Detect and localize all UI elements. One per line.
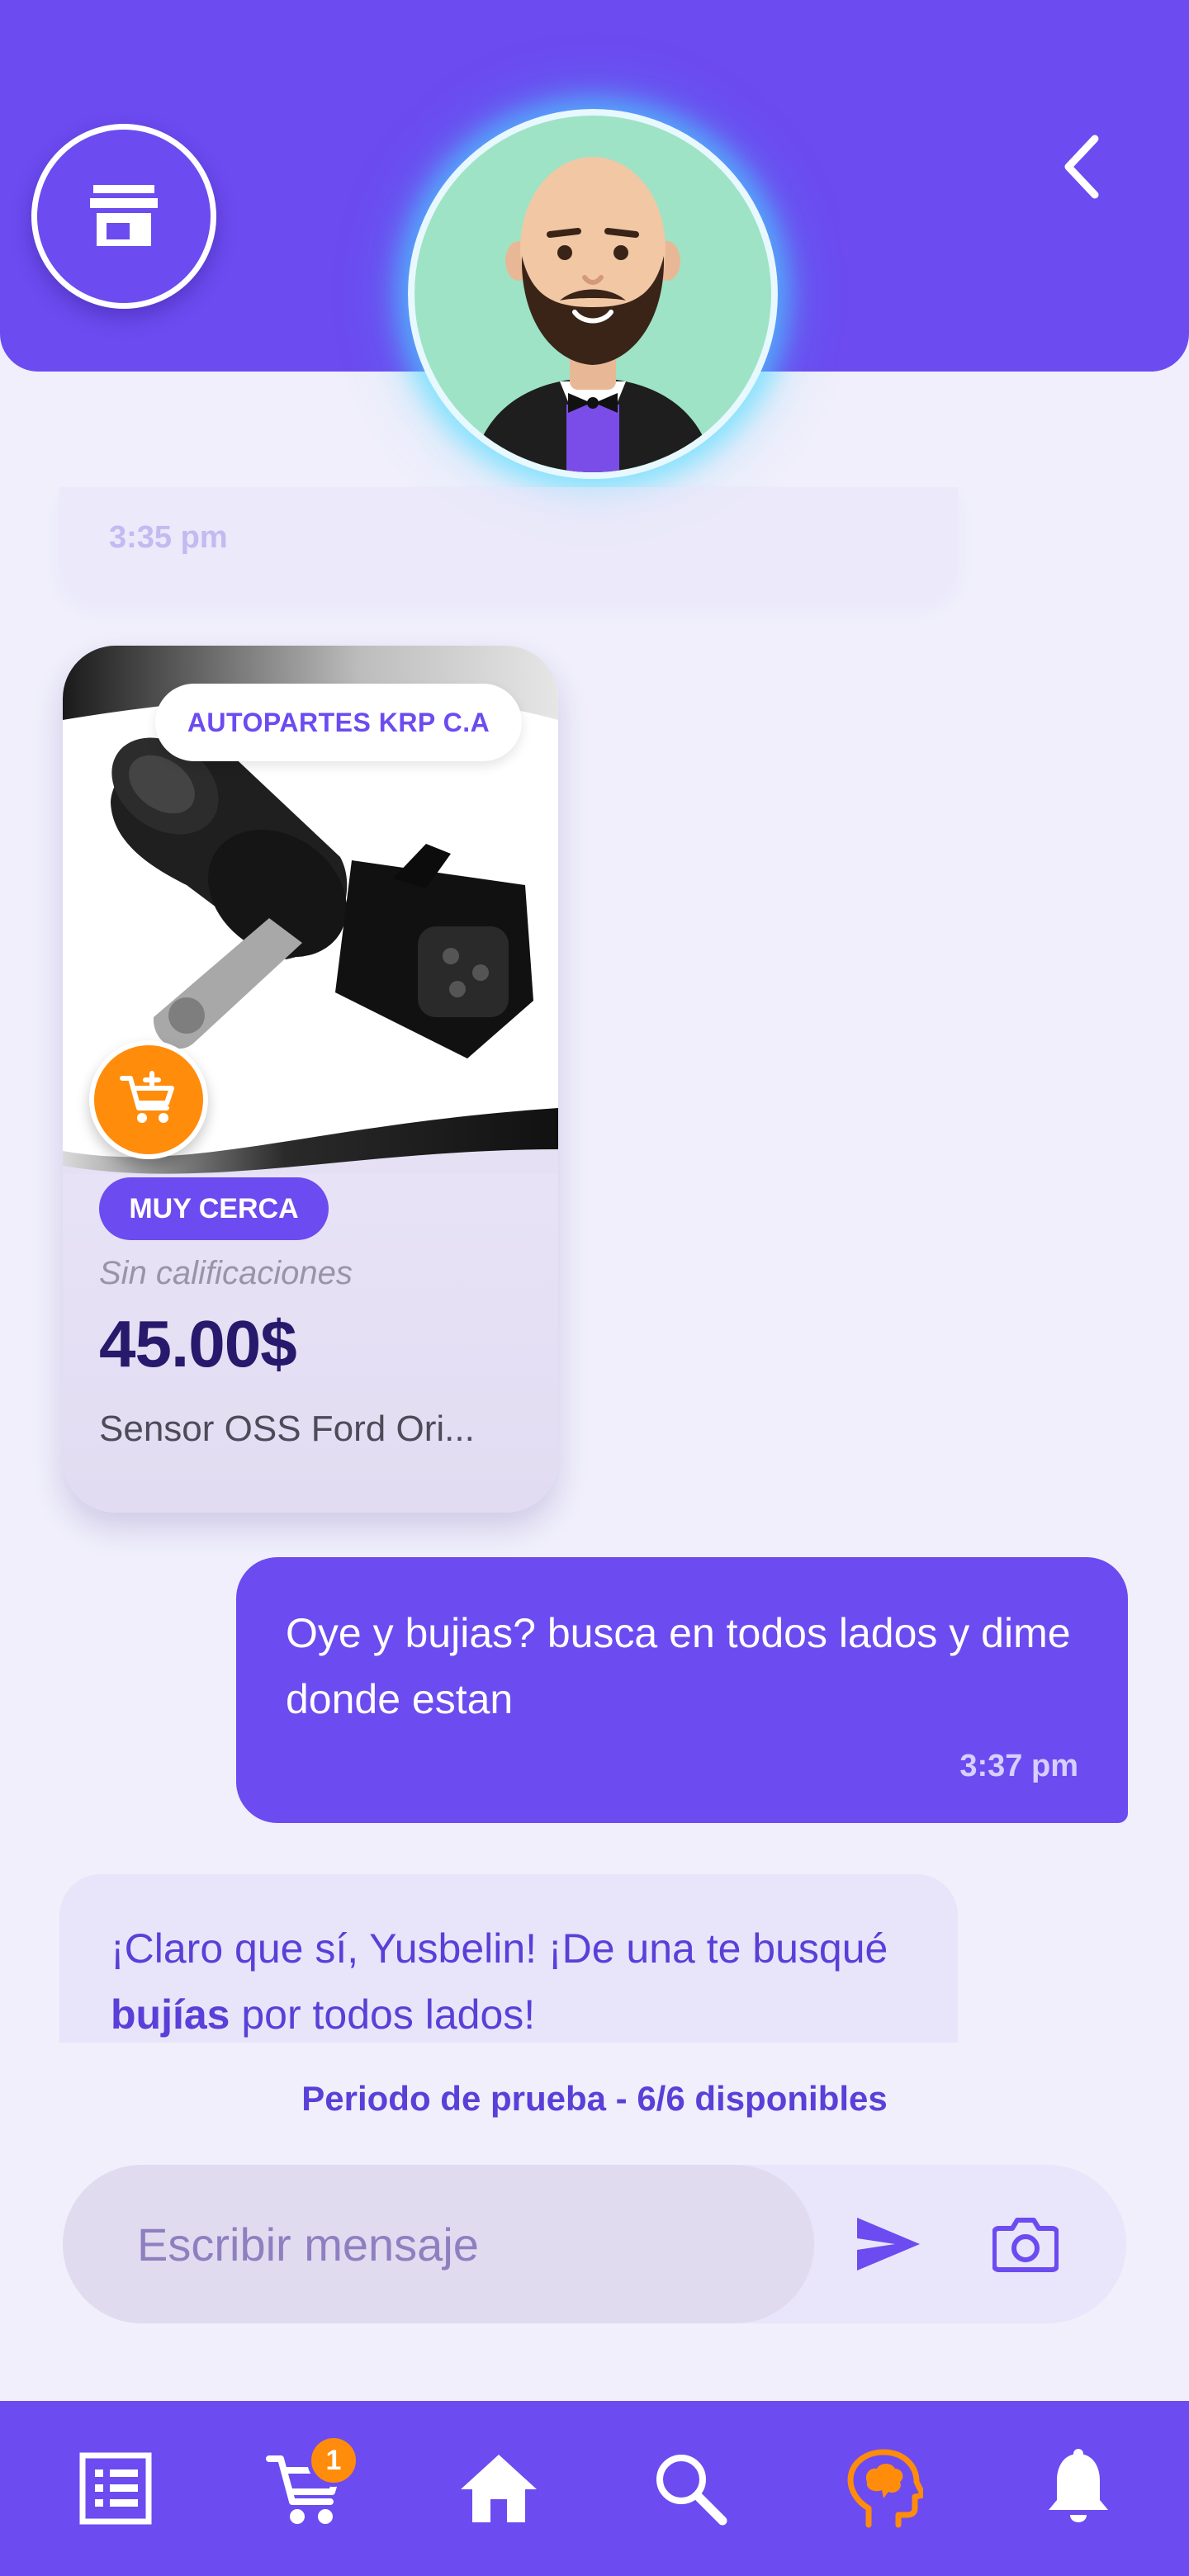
composer-area: Periodo de prueba - 6/6 disponibles bbox=[0, 2043, 1189, 2401]
bottom-nav: 1 bbox=[0, 2401, 1189, 2576]
assistant-message-bubble: ¡Claro que sí, Yusbelin! ¡De una te busq… bbox=[59, 1874, 958, 2043]
assistant-text-part: por todos lados! bbox=[230, 1991, 536, 2038]
assistant-text-highlight: bujías bbox=[111, 1991, 230, 2038]
store-button[interactable] bbox=[31, 124, 216, 309]
assistant-text-part: ¡Claro que sí, Yusbelin! ¡De una te busq… bbox=[111, 1925, 888, 1972]
assistant-head-icon bbox=[847, 2449, 923, 2528]
home-icon bbox=[461, 2455, 537, 2522]
nav-item-search[interactable] bbox=[624, 2401, 756, 2576]
message-input[interactable] bbox=[63, 2165, 814, 2323]
product-card[interactable]: AUTOPARTES KRP C.A MUY CERCA Sin calific… bbox=[63, 646, 558, 1513]
nav-item-assistant[interactable] bbox=[817, 2401, 950, 2576]
cart-plus-icon bbox=[120, 1071, 174, 1123]
message-time: 3:37 pm bbox=[959, 1749, 1078, 1783]
chevron-left-icon bbox=[1064, 135, 1099, 199]
previous-message-bubble: 3:35 pm bbox=[59, 487, 958, 599]
chat-thread[interactable]: 3:35 pm AUTOPARTES KRP C.A MUY CERCA Sin… bbox=[0, 372, 1189, 2043]
back-button[interactable] bbox=[1049, 124, 1115, 210]
trial-status: Periodo de prueba - 6/6 disponibles bbox=[301, 2079, 888, 2118]
user-message-bubble: Oye y bujias? busca en todos lados y dim… bbox=[236, 1557, 1128, 1823]
nav-item-cart[interactable]: 1 bbox=[239, 2401, 372, 2576]
distance-badge: MUY CERCA bbox=[99, 1177, 329, 1240]
camera-button[interactable] bbox=[984, 2203, 1067, 2285]
nav-item-home[interactable] bbox=[433, 2401, 565, 2576]
cart-count-badge: 1 bbox=[307, 2434, 360, 2487]
rating-text: Sin calificaciones bbox=[99, 1255, 353, 1291]
add-to-cart-button[interactable] bbox=[89, 1040, 208, 1159]
assistant-message-text: ¡Claro que sí, Yusbelin! ¡De una te busq… bbox=[111, 1915, 903, 2043]
product-name: Sensor OSS Ford Ori... bbox=[99, 1409, 475, 1449]
camera-icon bbox=[992, 2218, 1059, 2272]
user-message-text: Oye y bujias? busca en todos lados y dim… bbox=[286, 1610, 1071, 1722]
nav-item-notifications[interactable] bbox=[1012, 2401, 1144, 2576]
send-button[interactable] bbox=[847, 2203, 930, 2285]
store-icon bbox=[90, 185, 158, 246]
bell-icon bbox=[1049, 2449, 1108, 2522]
message-composer bbox=[63, 2165, 1126, 2323]
seller-name[interactable]: AUTOPARTES KRP C.A bbox=[155, 684, 522, 761]
search-icon bbox=[656, 2455, 727, 2526]
product-price: 45.00$ bbox=[99, 1307, 297, 1380]
nav-item-orders[interactable] bbox=[50, 2401, 182, 2576]
send-icon bbox=[857, 2218, 920, 2271]
list-icon bbox=[79, 2452, 152, 2525]
message-time: 3:35 pm bbox=[109, 520, 228, 555]
